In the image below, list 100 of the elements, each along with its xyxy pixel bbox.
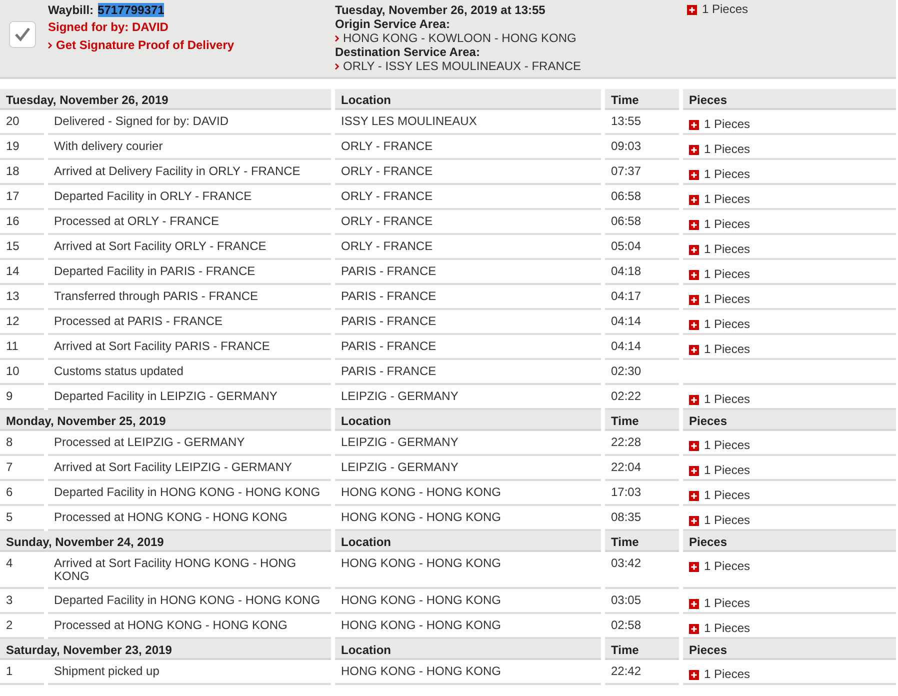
- plus-icon: [689, 320, 699, 330]
- event-number: 1: [0, 660, 44, 685]
- date-header: Tuesday, November 26, 2019: [0, 89, 331, 110]
- plus-icon: [689, 516, 699, 526]
- origin-label: Origin Service Area:: [335, 17, 450, 31]
- plus-icon: [689, 194, 699, 204]
- event-location: ORLY - FRANCE: [335, 135, 601, 160]
- column-header: Location: [335, 89, 601, 110]
- event-description: Processed at PARIS - FRANCE: [48, 310, 331, 335]
- column-header: Time: [605, 531, 679, 552]
- destination-label: Destination Service Area:: [335, 45, 480, 59]
- event-number: 17: [0, 185, 44, 210]
- pieces-link[interactable]: 1 Pieces: [689, 218, 750, 231]
- event-time: 09:03: [605, 135, 679, 160]
- plus-icon: [689, 170, 699, 180]
- event-number: 10: [0, 360, 44, 385]
- column-header: Time: [605, 639, 679, 660]
- event-time: 05:04: [605, 235, 679, 260]
- pieces-link[interactable]: 1 Pieces: [689, 343, 750, 356]
- event-description: Shipment picked up: [48, 660, 331, 685]
- event-number: 19: [0, 135, 44, 160]
- event-location: ORLY - FRANCE: [335, 160, 601, 185]
- event-time: 13:55: [605, 110, 679, 135]
- origin-area: HONG KONG - KOWLOON - HONG KONG: [343, 31, 576, 45]
- event-time: 04:18: [605, 260, 679, 285]
- pieces-link[interactable]: 1 Pieces: [689, 168, 750, 181]
- plus-icon: [687, 4, 697, 14]
- pieces-link[interactable]: 1 Pieces: [689, 393, 750, 406]
- event-time: 03:42: [605, 552, 679, 589]
- pieces-link[interactable]: 1 Pieces: [689, 514, 750, 527]
- pieces-link[interactable]: 1 Pieces: [689, 268, 750, 281]
- event-description: Arrived at Sort Facility HONG KONG - HONG KONG: [48, 552, 331, 589]
- date-header: Monday, November 25, 2019: [0, 410, 331, 431]
- event-number: 15: [0, 235, 44, 260]
- event-location: HONG KONG - HONG KONG: [335, 481, 601, 506]
- plus-icon: [689, 344, 699, 354]
- column-header: Pieces: [683, 89, 896, 110]
- pieces-link[interactable]: 1 Pieces: [689, 439, 750, 452]
- plus-icon: [689, 220, 699, 230]
- event-time: 04:14: [605, 310, 679, 335]
- date-header: Sunday, November 24, 2019: [0, 531, 331, 552]
- event-description: Arrived at Delivery Facility in ORLY - FRANCE: [48, 160, 331, 185]
- event-number: 7: [0, 456, 44, 481]
- plus-icon: [689, 270, 699, 280]
- event-time: 06:58: [605, 185, 679, 210]
- event-number: 13: [0, 285, 44, 310]
- plus-icon: [689, 670, 699, 680]
- plus-icon: [689, 624, 699, 634]
- event-description: Delivered - Signed for by: DAVID: [48, 110, 331, 135]
- plus-icon: [689, 144, 699, 154]
- plus-icon: [689, 244, 699, 254]
- event-number: 12: [0, 310, 44, 335]
- pieces-link[interactable]: 1 Pieces: [689, 489, 750, 502]
- event-time: 02:30: [605, 360, 679, 385]
- event-description: Customs status updated: [48, 360, 331, 385]
- plus-icon: [689, 294, 699, 304]
- event-number: 16: [0, 210, 44, 235]
- event-time: 17:03: [605, 481, 679, 506]
- event-location: LEIPZIG - GERMANY: [335, 431, 601, 456]
- event-description: With delivery courier: [48, 135, 331, 160]
- pieces-link[interactable]: 1 Pieces: [689, 560, 750, 573]
- event-number: 14: [0, 260, 44, 285]
- chevron-icon: [335, 34, 339, 42]
- event-location: ORLY - FRANCE: [335, 185, 601, 210]
- pieces-link[interactable]: 1 Pieces: [689, 622, 750, 635]
- event-time: 06:58: [605, 210, 679, 235]
- event-description: Processed at LEIPZIG - GERMANY: [48, 431, 331, 456]
- event-location: PARIS - FRANCE: [335, 285, 601, 310]
- plus-icon: [689, 490, 699, 500]
- event-number: 6: [0, 481, 44, 506]
- pieces-link[interactable]: 1 Pieces: [689, 118, 750, 131]
- event-description: Arrived at Sort Facility ORLY - FRANCE: [48, 235, 331, 260]
- event-location: PARIS - FRANCE: [335, 310, 601, 335]
- event-location: ORLY - FRANCE: [335, 235, 601, 260]
- pieces-link[interactable]: 1 Pieces: [689, 597, 750, 610]
- pieces-link[interactable]: 1 Pieces: [689, 243, 750, 256]
- event-time: 07:37: [605, 160, 679, 185]
- signature-proof-link[interactable]: Get Signature Proof of Delivery: [48, 37, 234, 53]
- pieces-link[interactable]: 1 Pieces: [689, 668, 750, 681]
- pieces-link[interactable]: 1 Pieces: [687, 3, 748, 16]
- signed-for-text: Signed for by: DAVID: [48, 19, 168, 35]
- event-number: 18: [0, 160, 44, 185]
- waybill-label: Waybill:: [48, 3, 94, 17]
- event-description: Departed Facility in HONG KONG - HONG KONG: [48, 589, 331, 614]
- pieces-link[interactable]: 1 Pieces: [689, 143, 750, 156]
- chevron-icon: [48, 42, 52, 48]
- event-time: 04:17: [605, 285, 679, 310]
- waybill-number: 5717799371: [98, 3, 164, 17]
- event-time: 22:42: [605, 660, 679, 685]
- pieces-link[interactable]: 1 Pieces: [689, 193, 750, 206]
- plus-icon: [689, 562, 699, 572]
- pieces-link[interactable]: 1 Pieces: [689, 293, 750, 306]
- pieces-link[interactable]: 1 Pieces: [689, 464, 750, 477]
- event-location: ORLY - FRANCE: [335, 210, 601, 235]
- event-description: Processed at ORLY - FRANCE: [48, 210, 331, 235]
- event-time: 22:04: [605, 456, 679, 481]
- pieces-link[interactable]: 1 Pieces: [689, 318, 750, 331]
- event-description: Departed Facility in PARIS - FRANCE: [48, 260, 331, 285]
- event-number: 4: [0, 552, 44, 589]
- column-header: Location: [335, 639, 601, 660]
